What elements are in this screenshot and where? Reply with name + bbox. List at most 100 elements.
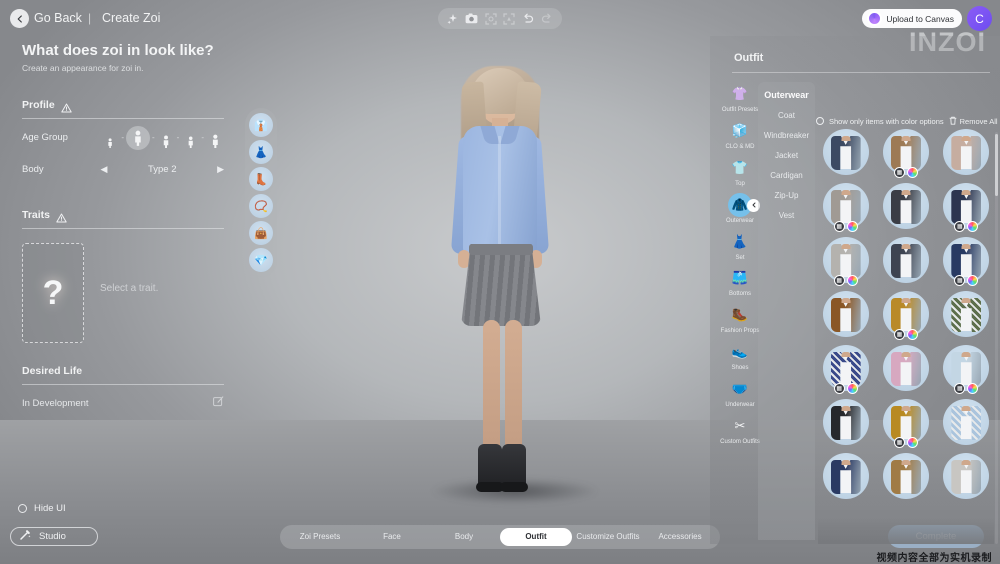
body-prev-button[interactable]: ◀ xyxy=(101,164,108,175)
outfit-thumb-navy-blazer[interactable] xyxy=(822,129,869,175)
color-options-badge-icon[interactable] xyxy=(846,383,858,394)
color-options-badge-icon[interactable] xyxy=(967,221,979,232)
category-outfit-presets[interactable]: 👚 Outfit Presets xyxy=(719,82,761,114)
pattern-badge-icon[interactable]: ▦ xyxy=(833,221,845,232)
outfit-thumb-brown-velvet[interactable] xyxy=(822,291,869,337)
age-group-selector[interactable]: ---- xyxy=(101,125,224,150)
outfit-thumb-pink-cardigan[interactable] xyxy=(882,345,929,391)
color-options-badge-icon[interactable] xyxy=(846,221,858,232)
subcategory-windbreaker[interactable]: Windbreaker xyxy=(764,131,809,140)
outfit-item[interactable]: ▦ xyxy=(878,398,933,448)
outfit-item[interactable]: ▦ xyxy=(939,236,994,286)
age-option-teen[interactable] xyxy=(157,128,175,148)
outfit-scrollbar-thumb[interactable] xyxy=(995,134,998,196)
frame-focus-icon[interactable] xyxy=(484,12,498,26)
outfit-item[interactable] xyxy=(818,452,873,500)
category-shoes[interactable]: 👟 Shoes xyxy=(719,340,761,372)
hide-ui-toggle[interactable]: Hide UI xyxy=(18,503,66,514)
outfit-thumb-black-bomber[interactable] xyxy=(822,399,869,445)
edit-icon[interactable] xyxy=(213,394,224,412)
outfit-item[interactable] xyxy=(878,344,933,392)
color-options-radio[interactable] xyxy=(816,117,824,125)
outfit-item[interactable]: ▦ xyxy=(939,344,994,394)
pattern-badge-icon[interactable]: ▦ xyxy=(893,437,905,448)
camera-icon[interactable] xyxy=(465,12,479,26)
pattern-badge-icon[interactable]: ▦ xyxy=(954,221,966,232)
go-back-label[interactable]: Go Back xyxy=(34,11,82,25)
outfit-item[interactable]: ▦ xyxy=(939,182,994,232)
color-options-badge-icon[interactable] xyxy=(906,437,918,448)
outfit-thumb-charcoal-blazer[interactable] xyxy=(882,183,929,229)
outfit-item[interactable] xyxy=(818,290,873,338)
tab-accessories[interactable]: Accessories xyxy=(644,528,716,546)
desired-life-row[interactable]: In Development xyxy=(22,394,224,412)
color-options-badge-icon[interactable] xyxy=(846,275,858,286)
category-clo-md[interactable]: 🧊 CLO & MD xyxy=(719,119,761,151)
pattern-badge-icon[interactable]: ▦ xyxy=(833,383,845,394)
pattern-badge-icon[interactable]: ▦ xyxy=(833,275,845,286)
subcategory-vest[interactable]: Vest xyxy=(779,211,795,220)
category-custom-outfits[interactable]: ✂ Custom Outfits xyxy=(719,414,761,446)
outfit-item[interactable]: ▦ xyxy=(818,344,873,394)
outfit-item[interactable] xyxy=(878,182,933,230)
redo-icon[interactable] xyxy=(540,12,554,26)
back-button[interactable] xyxy=(10,9,29,28)
outfit-item[interactable] xyxy=(878,452,933,500)
outfit-item[interactable]: ▦ xyxy=(818,236,873,286)
category-top[interactable]: 👕 Top xyxy=(719,156,761,188)
equipped-necklace[interactable]: 📿 xyxy=(249,194,273,218)
equipped-skirt[interactable]: 👗 xyxy=(249,140,273,164)
age-option-child[interactable] xyxy=(125,125,150,150)
outfit-item[interactable] xyxy=(939,452,994,500)
outfit-item[interactable]: ▦ xyxy=(878,290,933,340)
body-next-button[interactable]: ▶ xyxy=(217,164,224,175)
category-rail[interactable]: 👚 Outfit Presets 🧊 CLO & MD 👕 Top 🧥 Outerwear 👗 S… xyxy=(718,82,762,540)
pattern-badge-icon[interactable]: ▦ xyxy=(893,329,905,340)
sparkle-icon[interactable] xyxy=(446,12,460,26)
color-options-badge-icon[interactable] xyxy=(967,275,979,286)
studio-button[interactable]: Studio xyxy=(10,527,98,546)
age-option-adult[interactable] xyxy=(181,128,199,148)
age-option-infant[interactable] xyxy=(101,128,119,148)
outfit-item[interactable] xyxy=(939,290,994,338)
subcategory-coat[interactable]: Coat xyxy=(778,111,795,120)
trait-slot-empty[interactable]: ? xyxy=(22,243,84,343)
outfit-thumb-embroidered-blue[interactable] xyxy=(943,399,990,445)
color-options-label[interactable]: Show only items with color options xyxy=(829,117,944,126)
outfit-thumb-navy-varsity[interactable] xyxy=(822,453,869,499)
pattern-badge-icon[interactable]: ▦ xyxy=(893,167,905,178)
subcategory-menu[interactable]: Outerwear Coat Windbreaker Jacket Cardigan Zi… xyxy=(758,82,815,540)
outfit-grid[interactable]: ▦ ▦ ▦ ▦ ▦ ▦ ▦ ▦ ▦ xyxy=(818,128,994,500)
outfit-thumb-slate-blazer[interactable] xyxy=(882,237,929,283)
tab-zoi-presets[interactable]: Zoi Presets xyxy=(284,528,356,546)
frame-expand-icon[interactable] xyxy=(502,12,516,26)
age-option-elder[interactable] xyxy=(206,128,224,148)
outfit-thumb-beige-blazer[interactable] xyxy=(943,129,990,175)
outfit-grid-scroll[interactable]: ▦ ▦ ▦ ▦ ▦ ▦ ▦ ▦ ▦ xyxy=(818,128,994,542)
color-options-badge-icon[interactable] xyxy=(967,383,979,394)
tab-outfit[interactable]: Outfit xyxy=(500,528,572,546)
color-options-badge-icon[interactable] xyxy=(906,329,918,340)
outfit-item[interactable]: ▦ xyxy=(818,182,873,232)
body-type-stepper[interactable]: ◀ Type 2 ▶ xyxy=(101,164,224,175)
category-fashion-props[interactable]: 🥾 Fashion Props xyxy=(719,303,761,335)
subcategory-zip-up[interactable]: Zip-Up xyxy=(774,191,798,200)
pattern-badge-icon[interactable]: ▦ xyxy=(954,383,966,394)
outfit-item[interactable] xyxy=(939,128,994,176)
category-outerwear[interactable]: 🧥 Outerwear xyxy=(719,192,761,225)
outfit-thumb-pale-jacket[interactable] xyxy=(943,453,990,499)
equipped-top[interactable]: 👔 xyxy=(249,113,273,137)
undo-icon[interactable] xyxy=(521,12,535,26)
bottom-tab-bar[interactable]: Zoi Presets Face Body Outfit Customize Outfi… xyxy=(280,525,720,549)
color-options-badge-icon[interactable] xyxy=(906,167,918,178)
category-underwear[interactable]: 🩲 Underwear xyxy=(719,377,761,409)
equipped-earrings[interactable]: 💎 xyxy=(249,248,273,272)
tab-body[interactable]: Body xyxy=(428,528,500,546)
equipped-bag[interactable]: 👜 xyxy=(249,221,273,245)
outfit-item[interactable] xyxy=(878,236,933,284)
outfit-item[interactable] xyxy=(939,398,994,446)
outfit-thumb-floral-green[interactable] xyxy=(943,291,990,337)
outfit-item[interactable]: ▦ xyxy=(878,128,933,178)
outfit-item[interactable] xyxy=(818,398,873,446)
tab-customize-outfits[interactable]: Customize Outfits xyxy=(572,528,644,546)
